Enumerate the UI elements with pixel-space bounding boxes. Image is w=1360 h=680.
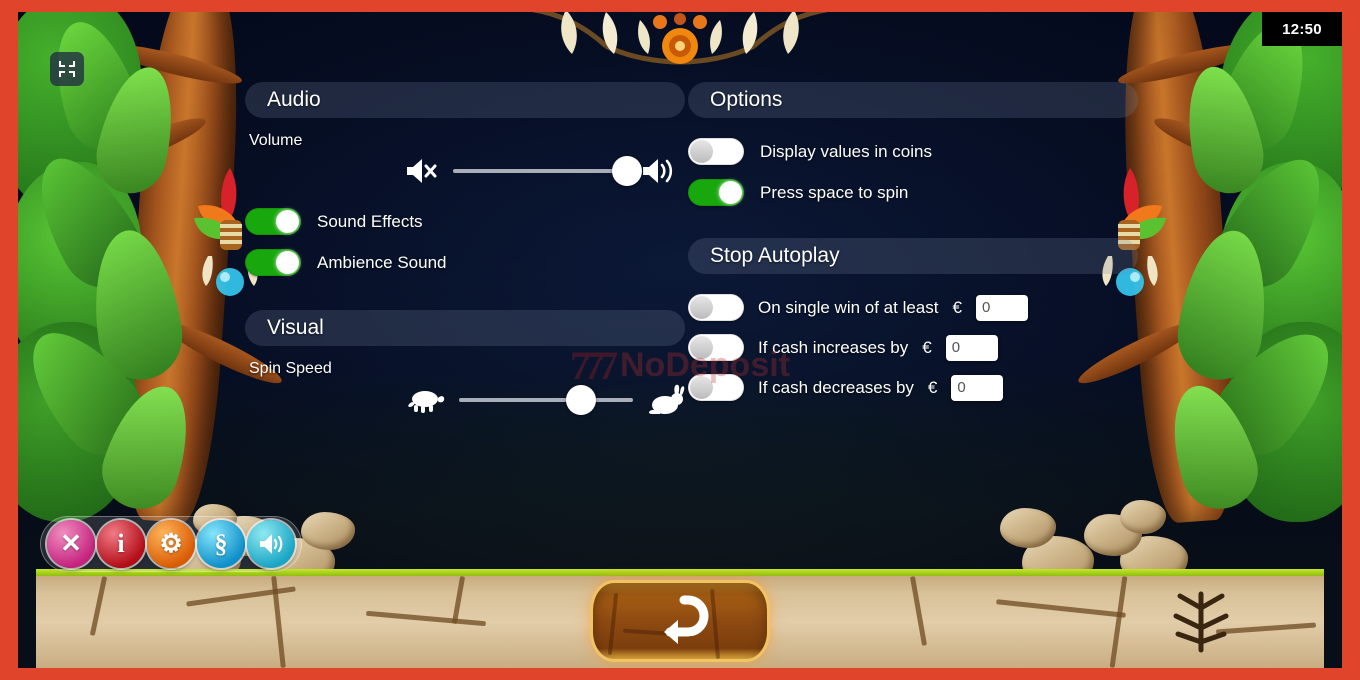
close-button[interactable]: ✕	[47, 520, 95, 568]
autoplay-row-cash-decrease: If cash decreases by €	[688, 374, 1138, 401]
label-press-space-to-spin: Press space to spin	[760, 182, 909, 202]
back-arrow-icon	[664, 595, 709, 644]
info-button[interactable]: i	[97, 520, 145, 568]
toggle-if-cash-decreases[interactable]	[688, 374, 744, 401]
gear-button[interactable]: ⚙	[147, 520, 195, 568]
toggle-row-ambience-sound: Ambience Sound	[245, 249, 685, 276]
turtle-icon	[408, 391, 445, 413]
game-toolbar: ✕ i ⚙ §	[40, 516, 302, 572]
toggle-if-cash-increases[interactable]	[688, 334, 744, 361]
speaker-icon	[260, 534, 283, 554]
status-clock: 12:50	[1262, 12, 1342, 46]
spin-speed-label: Spin Speed	[249, 360, 332, 377]
gear-icon: ⚙	[159, 529, 183, 558]
section-header-visual: Visual	[245, 310, 685, 346]
fullscreen-toggle-button[interactable]	[50, 52, 84, 86]
visual-section-title: Visual	[267, 316, 324, 339]
close-icon: ✕	[60, 529, 82, 558]
input-if-cash-increases[interactable]	[945, 334, 998, 361]
rabbit-icon	[649, 384, 685, 414]
volume-slider-track[interactable]	[453, 156, 642, 186]
spin-speed-slider-handle[interactable]	[565, 385, 596, 415]
settings-left-column: Audio Volume Sound Effects Ambience Soun…	[245, 82, 685, 416]
input-if-cash-decreases[interactable]	[951, 374, 1004, 401]
currency-symbol-cash-decrease: €	[927, 377, 938, 397]
toggle-press-space-to-spin[interactable]	[688, 179, 744, 206]
settings-right-column: Options Display values in coins Press sp…	[688, 82, 1138, 401]
toggle-row-press-space: Press space to spin	[688, 179, 1138, 206]
options-section-title: Options	[710, 88, 783, 111]
toggle-ambience-sound[interactable]	[245, 249, 301, 276]
speaker-mute-icon	[407, 159, 437, 183]
compress-icon	[59, 61, 75, 77]
input-on-single-win[interactable]	[975, 294, 1028, 321]
currency-symbol-single-win: €	[952, 297, 962, 317]
volume-slider-row	[245, 156, 685, 186]
label-ambience-sound: Ambience Sound	[317, 252, 447, 272]
clock-time: 12:50	[1282, 20, 1322, 38]
toggle-on-single-win[interactable]	[688, 294, 744, 321]
section-header-audio: Audio	[245, 82, 685, 118]
section-header-options: Options	[688, 82, 1138, 118]
info-icon: i	[117, 529, 125, 558]
game-window: Audio Volume Sound Effects Ambience Soun…	[0, 0, 1360, 680]
currency-symbol-cash-increase: €	[922, 337, 932, 357]
sound-button[interactable]	[247, 520, 295, 568]
stop-autoplay-section-title: Stop Autoplay	[710, 244, 840, 267]
label-if-cash-decreases: If cash decreases by	[758, 377, 914, 397]
toggle-display-values-in-coins[interactable]	[688, 138, 744, 165]
spin-speed-slider-row	[245, 384, 685, 416]
back-button[interactable]	[590, 580, 770, 662]
rules-button[interactable]: §	[197, 520, 245, 568]
audio-section-title: Audio	[267, 88, 321, 111]
autoplay-row-cash-increase: If cash increases by €	[688, 334, 1138, 361]
autoplay-row-single-win: On single win of at least €	[688, 294, 1138, 321]
volume-label: Volume	[249, 132, 303, 149]
label-if-cash-increases: If cash increases by	[758, 337, 909, 357]
section-header-stop-autoplay: Stop Autoplay	[688, 238, 1138, 274]
game-screen: Audio Volume Sound Effects Ambience Soun…	[18, 12, 1342, 668]
speaker-loud-icon	[643, 159, 673, 183]
paragraph-icon: §	[214, 529, 228, 558]
toggle-row-sound-effects: Sound Effects	[245, 208, 685, 235]
toggle-sound-effects[interactable]	[245, 208, 301, 235]
toggle-row-display-coins: Display values in coins	[688, 138, 1138, 165]
label-on-single-win: On single win of at least	[758, 297, 939, 317]
label-display-values-in-coins: Display values in coins	[760, 141, 932, 161]
label-sound-effects: Sound Effects	[317, 211, 423, 231]
volume-slider-handle[interactable]	[612, 156, 642, 186]
spin-speed-slider-track[interactable]	[459, 385, 633, 415]
